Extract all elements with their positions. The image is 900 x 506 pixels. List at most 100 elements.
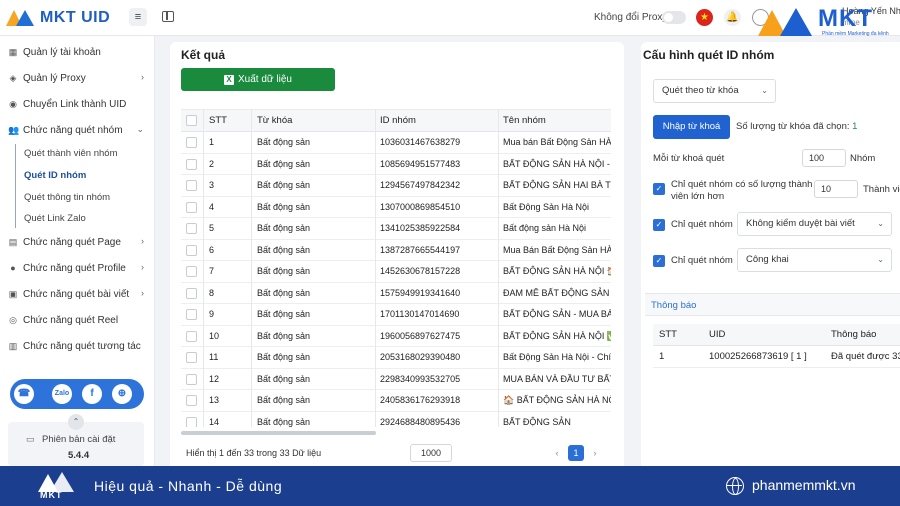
sidebar-subitem-zalo-link[interactable]: Quét Link Zalo — [24, 209, 86, 227]
privacy-select[interactable]: Công khai ⌄ — [737, 248, 892, 272]
privacy-checkbox[interactable]: ✓ — [653, 255, 665, 267]
table-row[interactable]: 12 Bất động sản 2298340993532705 MUA BÁN VÀ… — [181, 369, 611, 390]
row-checkbox[interactable] — [186, 240, 198, 261]
social-links-bar: ☎ Zalo f ⊕ — [10, 379, 144, 409]
per-keyword-label: Mỗi từ khoá quét — [653, 153, 725, 164]
sidebar-subitem-group-id[interactable]: Quét ID nhóm — [24, 166, 86, 184]
import-keywords-button[interactable]: Nhập từ khoá — [653, 115, 730, 139]
table-row[interactable]: 9 Bất động sản 1701130147014690 BẤT ĐỘNG SẢ… — [181, 304, 611, 326]
chevron-right-icon: › — [141, 262, 144, 272]
vietnam-flag-icon[interactable]: ★ — [696, 9, 713, 26]
table-row[interactable]: 1 Bất động sản 1036031467638279 Mua bán Bất… — [181, 132, 611, 154]
sidebar-item-link-to-uid[interactable]: ◉ Chuyển Link thành UID — [8, 94, 148, 114]
config-title: Cấu hình quét ID nhóm — [643, 48, 775, 62]
results-panel: Kết quả X Xuất dữ liệu STT Từ khóa ID nh… — [170, 42, 624, 470]
row-group-name: BẤT ĐỘNG SẢN HÀ NỘI - — [503, 158, 610, 169]
scan-mode-select[interactable]: Quét theo từ khóa ⌄ — [653, 79, 776, 103]
footer-website[interactable]: phanmemmkt.vn — [752, 477, 855, 493]
row-checkbox[interactable] — [186, 197, 198, 218]
proxy-toggle[interactable] — [662, 11, 686, 24]
row-stt: 9 — [209, 309, 215, 319]
row-group-name: BẤT ĐỘNG SẢN HÀ NỘI ✅ — [503, 330, 611, 341]
sidebar-item-profile-scan[interactable]: ● Chức năng quét Profile › — [8, 258, 148, 278]
row-group-name: BẤT ĐỘNG SẢN HÀ NỘI 🏠 — [503, 266, 611, 276]
column-header-stt[interactable]: STT — [209, 110, 249, 131]
column-divider — [498, 110, 499, 427]
sidebar-collapse-icon[interactable] — [162, 11, 174, 22]
sidebar-item-accounts[interactable]: ▦ Quản lý tài khoản — [8, 42, 148, 62]
table-row[interactable]: 5 Bất động sản 1341025385922584 Bất động sả… — [181, 218, 611, 240]
moderation-checkbox[interactable]: ✓ — [653, 219, 665, 231]
facebook-icon[interactable]: f — [82, 384, 102, 404]
sidebar-item-label: Quản lý Proxy — [23, 72, 86, 84]
sidebar-item-reel-scan[interactable]: ◎ Chức năng quét Reel — [8, 310, 148, 330]
sidebar-item-page-scan[interactable]: ▤ Chức năng quét Page › — [8, 232, 148, 252]
horizontal-scrollbar[interactable] — [181, 431, 376, 435]
row-checkbox[interactable] — [186, 347, 198, 368]
min-members-checkbox[interactable]: ✓ — [653, 183, 665, 195]
sidebar-subitem-group-members[interactable]: Quét thành viên nhóm — [24, 144, 117, 162]
moderation-label: Chỉ quét nhóm — [671, 219, 733, 230]
bell-icon[interactable]: 🔔 — [724, 9, 741, 26]
chevron-right-icon: › — [141, 288, 144, 298]
pagination-prev-button[interactable]: ‹ — [550, 445, 564, 461]
row-checkbox[interactable] — [186, 175, 198, 196]
table-row[interactable]: 3 Bất động sản 1294567497842342 BẤT ĐỘNG SẢ… — [181, 175, 611, 197]
column-header-keyword[interactable]: Từ khóa — [257, 110, 375, 131]
globe-icon[interactable]: ⊕ — [112, 384, 132, 404]
pagination-next-button[interactable]: › — [588, 445, 602, 461]
column-divider — [251, 110, 252, 427]
support-icon[interactable]: ☎ — [14, 384, 34, 404]
row-checkbox[interactable] — [186, 412, 198, 427]
table-row[interactable]: 6 Bất động sản 1387287665544197 Mua Bán Bất… — [181, 240, 611, 261]
row-checkbox[interactable] — [186, 326, 198, 347]
sidebar-item-interaction-scan[interactable]: ▥ Chức năng quét tương tác — [8, 336, 148, 356]
menu-toggle-button[interactable]: ≡ — [129, 8, 147, 26]
table-row[interactable]: 13 Bất động sản 2405836176293918 🏠 BẤT ĐỘNG… — [181, 390, 611, 412]
row-group-name: Bất động sản Hà Nội — [503, 223, 587, 233]
column-header-group-name[interactable]: Tên nhóm — [503, 110, 611, 131]
column-header-group-id[interactable]: ID nhóm — [380, 110, 498, 131]
row-group-name: 🏠 BẤT ĐỘNG SẢN HÀ NỘ — [503, 395, 611, 405]
pagination-current-page[interactable]: 1 — [568, 445, 584, 461]
table-row[interactable]: 14 Bất động sản 2924688480895436 BẤT ĐỘNG S… — [181, 412, 611, 427]
row-checkbox[interactable] — [186, 218, 198, 239]
reel-icon: ◎ — [9, 315, 17, 325]
table-row[interactable]: 4 Bất động sản 1307000869854510 Bất Động Sả… — [181, 197, 611, 218]
row-checkbox[interactable] — [186, 154, 198, 175]
row-checkbox[interactable] — [186, 369, 198, 390]
export-data-button[interactable]: X Xuất dữ liệu — [181, 68, 335, 91]
select-all-checkbox[interactable] — [186, 110, 198, 131]
row-stt: 8 — [209, 287, 215, 298]
sidebar-item-post-scan[interactable]: ▣ Chức năng quét bài viết › — [8, 284, 148, 304]
row-group-id: 1575949919341640 — [380, 287, 461, 298]
row-stt: 14 — [209, 416, 220, 427]
per-keyword-input[interactable]: 100 — [802, 149, 846, 167]
row-group-name: Bất Động Sản Hà Nội — [503, 201, 590, 212]
sidebar-item-group-scan[interactable]: 👥 Chức năng quét nhóm ⌄ — [8, 120, 148, 140]
row-checkbox[interactable] — [186, 304, 198, 325]
sidebar-item-proxy[interactable]: ◈ Quản lý Proxy › — [8, 68, 148, 88]
min-members-label-1: Chỉ quét nhóm có số lượng thành — [671, 179, 813, 190]
min-members-unit: Thành viê — [863, 184, 900, 195]
moderation-select[interactable]: Không kiểm duyệt bài viết ⌄ — [737, 212, 892, 236]
table-row[interactable]: 11 Bất động sản 2053168029390480 Bất Động S… — [181, 347, 611, 369]
table-row[interactable]: 8 Bất động sản 1575949919341640 ĐAM MÊ BẤT … — [181, 283, 611, 304]
min-members-input[interactable]: 10 — [814, 180, 858, 198]
row-keyword: Bất động sản — [257, 373, 311, 384]
brand[interactable]: MKT UID — [6, 6, 110, 30]
brand-logo-icon — [6, 8, 36, 28]
table-row[interactable]: 7 Bất động sản 1452630678157228 BẤT ĐỘNG SẢ… — [181, 261, 611, 283]
collapse-up-icon[interactable]: ⌃ — [68, 414, 84, 430]
table-row[interactable]: 10 Bất động sản 1960056897627475 BẤT ĐỘNG S… — [181, 326, 611, 347]
sidebar-subitem-group-info[interactable]: Quét thông tin nhóm — [24, 188, 110, 206]
row-keyword: Bất động sản — [257, 416, 311, 427]
keyword-count-value: 1 — [852, 121, 858, 132]
row-checkbox[interactable] — [186, 261, 198, 282]
table-row[interactable]: 2 Bất động sản 1085694951577483 BẤT ĐỘNG SẢ… — [181, 154, 611, 175]
zalo-icon[interactable]: Zalo — [52, 384, 72, 404]
row-checkbox[interactable] — [186, 390, 198, 411]
row-checkbox[interactable] — [186, 283, 198, 304]
row-checkbox[interactable] — [186, 132, 198, 153]
page-size-select[interactable]: 1000 — [410, 444, 452, 462]
